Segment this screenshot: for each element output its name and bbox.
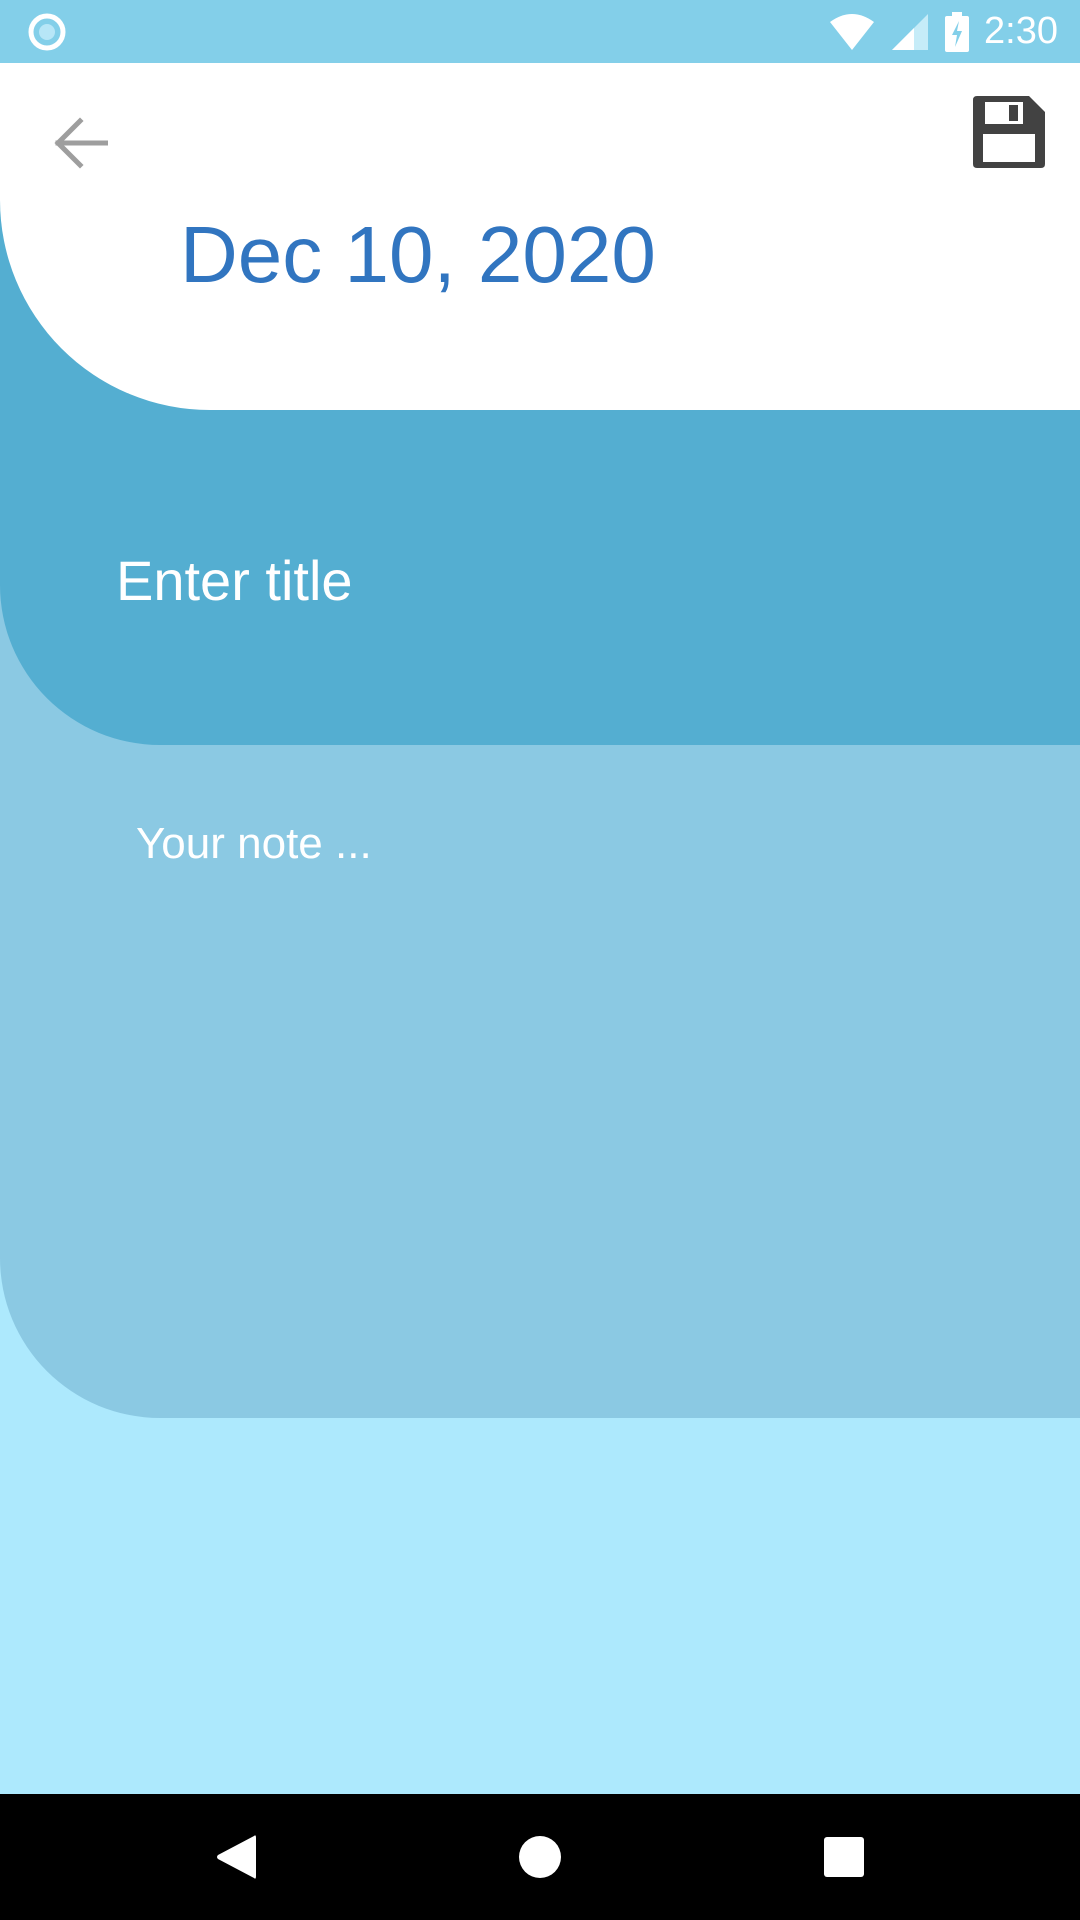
navigation-bar — [0, 1794, 1080, 1920]
nav-recents-icon — [824, 1837, 864, 1877]
title-input[interactable] — [116, 540, 1016, 620]
note-date: Dec 10, 2020 — [180, 210, 656, 299]
cell-signal-icon — [892, 13, 929, 50]
nav-recents-button[interactable] — [774, 1794, 914, 1920]
nav-back-button[interactable] — [166, 1794, 306, 1920]
nav-home-icon — [519, 1836, 561, 1878]
floppy-disk-icon — [973, 96, 1045, 168]
wifi-icon — [830, 13, 875, 50]
nav-back-icon — [217, 1835, 256, 1879]
note-input[interactable] — [136, 812, 1016, 1372]
status-bar: 2:30 — [0, 0, 1080, 63]
battery-charging-icon — [945, 11, 970, 52]
status-icons: 2:30 — [828, 0, 1058, 63]
back-button[interactable] — [40, 105, 120, 181]
status-time: 2:30 — [984, 10, 1058, 52]
arrow-left-icon — [54, 117, 108, 169]
app-notification-icon — [28, 13, 66, 51]
nav-home-button[interactable] — [470, 1794, 610, 1920]
save-button[interactable] — [966, 88, 1052, 176]
